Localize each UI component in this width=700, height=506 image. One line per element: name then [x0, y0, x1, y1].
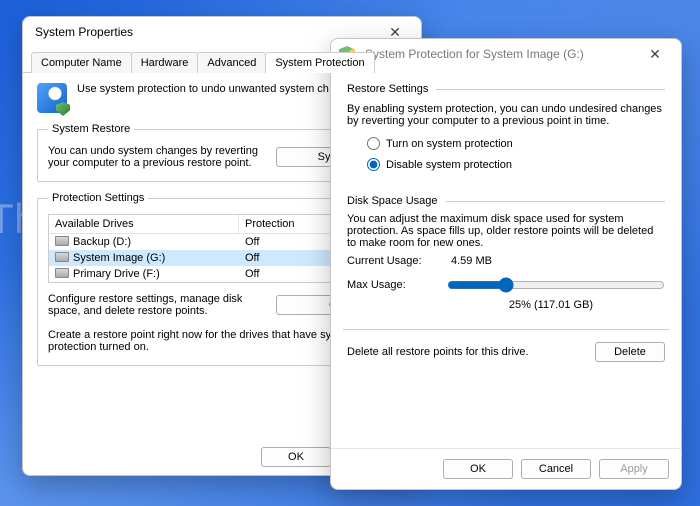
system-protection-dialog: System Protection for System Image (G:) … [330, 38, 682, 490]
max-usage-slider[interactable] [447, 275, 665, 295]
dialog-footer: OK Cancel Apply [331, 448, 681, 489]
configure-text: Configure restore settings, manage disk … [48, 293, 266, 317]
tab-computer-name[interactable]: Computer Name [31, 52, 132, 73]
close-icon[interactable]: ✕ [637, 41, 673, 67]
col-protection: Protection [239, 215, 327, 233]
delete-button[interactable]: Delete [595, 342, 665, 362]
col-drives: Available Drives [49, 215, 239, 233]
radio-input-on[interactable] [367, 137, 380, 150]
group-legend: System Restore [48, 123, 134, 135]
apply-button[interactable]: Apply [599, 459, 669, 479]
group-legend: Protection Settings [48, 192, 148, 204]
ok-button[interactable]: OK [443, 459, 513, 479]
radio-turn-on[interactable]: Turn on system protection [367, 137, 665, 150]
slider-value-text: 25% (117.01 GB) [437, 299, 665, 311]
intro-text: Use system protection to undo unwanted s… [77, 83, 329, 95]
tab-hardware[interactable]: Hardware [131, 52, 199, 73]
cancel-button[interactable]: Cancel [521, 459, 591, 479]
divider [436, 89, 665, 90]
drive-icon [55, 252, 69, 262]
disk-usage-description: You can adjust the maximum disk space us… [347, 213, 665, 249]
current-usage-label: Current Usage: [347, 255, 437, 267]
divider [343, 329, 669, 330]
window-title: System Protection for System Image (G:) [361, 47, 637, 61]
radio-disable[interactable]: Disable system protection [367, 158, 665, 171]
restore-description: By enabling system protection, you can u… [347, 103, 665, 127]
ok-button[interactable]: OK [261, 447, 331, 467]
restore-text: You can undo system changes by reverting… [48, 145, 266, 169]
tab-system-protection[interactable]: System Protection [265, 52, 374, 73]
titlebar[interactable]: System Protection for System Image (G:) … [331, 39, 681, 69]
system-protection-icon [37, 83, 67, 113]
tab-advanced[interactable]: Advanced [197, 52, 266, 73]
divider [446, 201, 666, 202]
radio-input-off[interactable] [367, 158, 380, 171]
current-usage-value: 4.59 MB [451, 255, 492, 267]
restore-settings-header: Restore Settings [347, 83, 428, 95]
drive-icon [55, 268, 69, 278]
disk-usage-header: Disk Space Usage [347, 195, 438, 207]
delete-description: Delete all restore points for this drive… [347, 346, 529, 358]
max-usage-label: Max Usage: [347, 279, 437, 291]
drive-icon [55, 236, 69, 246]
window-title: System Properties [31, 25, 377, 39]
